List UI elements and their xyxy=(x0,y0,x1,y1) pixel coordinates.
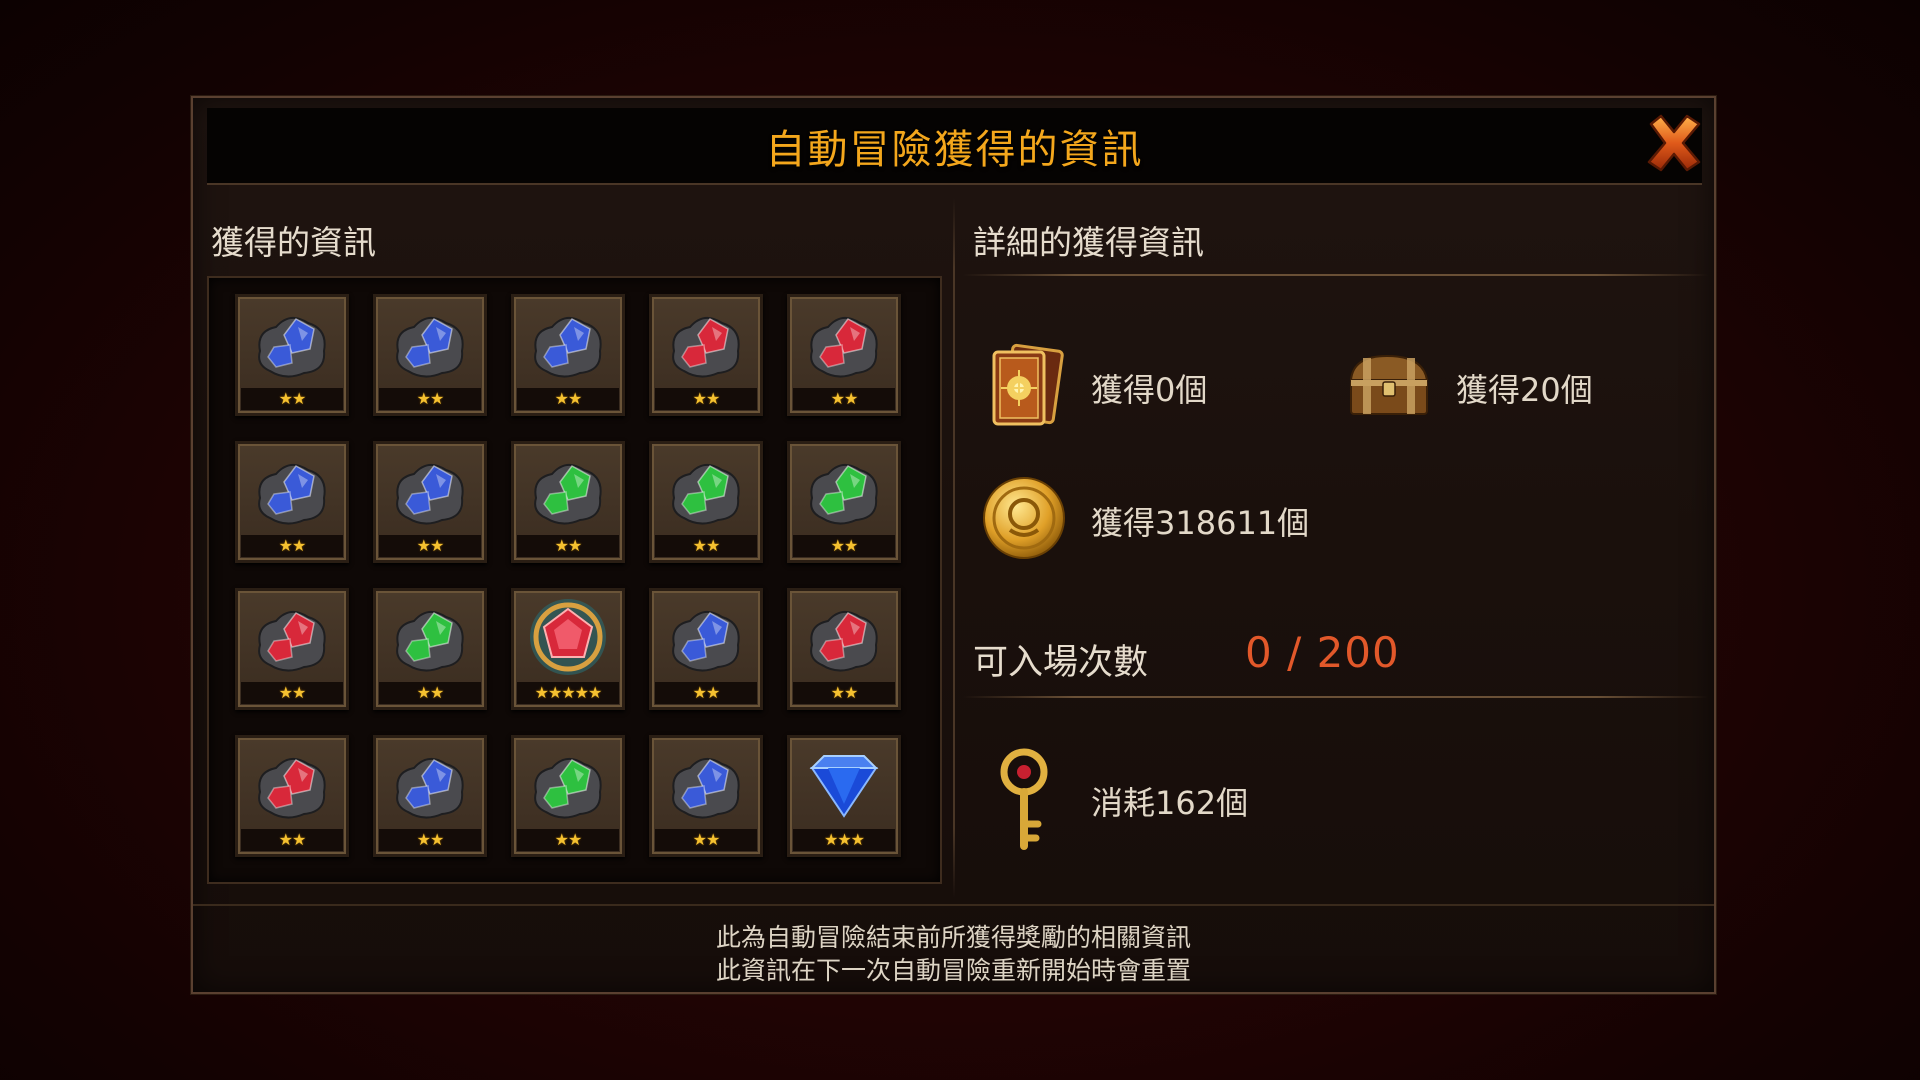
key-consumed-text: 消耗162個 xyxy=(1091,784,1249,822)
blue-ore-icon xyxy=(396,316,464,378)
red-ore-icon xyxy=(810,610,878,672)
star-rating: ★★ xyxy=(655,535,757,557)
key-icon xyxy=(1000,748,1048,850)
footer-divider xyxy=(193,904,1714,906)
star-rating: ★★ xyxy=(517,388,619,410)
treasure-chest-icon xyxy=(1349,354,1429,415)
star-rating: ★★ xyxy=(379,829,481,851)
item-slot[interactable]: ★★ xyxy=(787,441,901,563)
blue-ore-icon xyxy=(672,610,740,672)
item-slot[interactable]: ★★ xyxy=(649,294,763,416)
item-slot[interactable]: ★★★ xyxy=(787,735,901,857)
star-rating: ★★ xyxy=(655,682,757,704)
item-slot[interactable]: ★★ xyxy=(373,588,487,710)
blue-ore-icon xyxy=(396,463,464,525)
item-slot[interactable]: ★★ xyxy=(649,588,763,710)
star-rating: ★★ xyxy=(517,535,619,557)
item-slot[interactable]: ★★ xyxy=(787,588,901,710)
star-rating: ★★★★★ xyxy=(517,682,619,704)
star-rating: ★★ xyxy=(379,388,481,410)
star-rating: ★★ xyxy=(241,682,343,704)
red-ore-icon xyxy=(810,316,878,378)
item-grid: ★★ ★★ ★★ ★★ ★★ ★★ ★★ ★★ ★★ ★★ ★★ ★★ ★★★★… xyxy=(207,276,942,884)
detail-header-divider xyxy=(963,274,1708,276)
entry-divider xyxy=(963,696,1708,698)
blue-cut-gem-icon xyxy=(809,755,879,818)
footer-note-2: 此資訊在下一次自動冒險重新開始時會重置 xyxy=(715,956,1191,985)
auto-adventure-dialog: 自動冒險獲得的資訊 獲得的資訊 詳細的獲得資訊 ★★ ★★ ★★ ★★ ★★ ★… xyxy=(191,96,1716,994)
item-slot[interactable]: ★★ xyxy=(373,441,487,563)
chest-reward xyxy=(1343,340,1435,432)
star-rating: ★★ xyxy=(793,535,895,557)
item-slot[interactable]: ★★ xyxy=(649,735,763,857)
detail-info-header: 詳細的獲得資訊 xyxy=(973,223,1204,262)
star-rating: ★★ xyxy=(655,829,757,851)
red-ore-icon xyxy=(672,316,740,378)
item-slot[interactable]: ★★★★★ xyxy=(511,588,625,710)
close-x-icon xyxy=(1647,114,1701,172)
entry-count-value: 0 / 200 xyxy=(1245,628,1400,677)
star-rating: ★★ xyxy=(241,388,343,410)
star-rating: ★★ xyxy=(241,535,343,557)
star-rating: ★★ xyxy=(379,682,481,704)
panel-divider xyxy=(953,198,955,898)
item-slot[interactable]: ★★ xyxy=(649,441,763,563)
star-rating: ★★ xyxy=(793,682,895,704)
green-ore-icon xyxy=(396,610,464,672)
item-slot[interactable]: ★★ xyxy=(511,735,625,857)
card-reward-text: 獲得0個 xyxy=(1091,371,1208,409)
blue-ore-icon xyxy=(534,316,602,378)
item-slot[interactable]: ★★ xyxy=(235,294,349,416)
card-reward xyxy=(978,340,1070,432)
item-slot[interactable]: ★★ xyxy=(511,441,625,563)
title-bar: 自動冒險獲得的資訊 xyxy=(207,108,1702,185)
red-ore-icon xyxy=(258,610,326,672)
blue-ore-icon xyxy=(258,316,326,378)
star-rating: ★★ xyxy=(655,388,757,410)
item-slot[interactable]: ★★ xyxy=(511,294,625,416)
footer-note-1: 此為自動冒險結束前所獲得獎勵的相關資訊 xyxy=(715,923,1191,952)
gold-coin-icon xyxy=(983,477,1065,559)
item-slot[interactable]: ★★ xyxy=(787,294,901,416)
item-slot[interactable]: ★★ xyxy=(235,588,349,710)
star-rating: ★★ xyxy=(379,535,481,557)
card-icon xyxy=(992,343,1064,426)
red-jewel-emblem-icon xyxy=(530,599,606,675)
green-ore-icon xyxy=(672,463,740,525)
item-slot[interactable]: ★★ xyxy=(373,735,487,857)
entry-count-label: 可入場次數 xyxy=(973,643,1149,683)
star-rating: ★★★ xyxy=(793,829,895,851)
red-ore-icon xyxy=(258,757,326,819)
key-consumed xyxy=(978,746,1070,850)
item-slot[interactable]: ★★ xyxy=(235,735,349,857)
green-ore-icon xyxy=(810,463,878,525)
green-ore-icon xyxy=(534,463,602,525)
chest-reward-text: 獲得20個 xyxy=(1456,371,1593,409)
blue-ore-icon xyxy=(672,757,740,819)
close-button[interactable] xyxy=(1641,110,1707,176)
green-ore-icon xyxy=(534,757,602,819)
star-rating: ★★ xyxy=(517,829,619,851)
blue-ore-icon xyxy=(396,757,464,819)
item-slot[interactable]: ★★ xyxy=(373,294,487,416)
item-slot[interactable]: ★★ xyxy=(235,441,349,563)
gold-reward-text: 獲得318611個 xyxy=(1091,504,1310,542)
dialog-title: 自動冒險獲得的資訊 xyxy=(765,126,1144,173)
gold-reward xyxy=(978,472,1070,564)
star-rating: ★★ xyxy=(793,388,895,410)
star-rating: ★★ xyxy=(241,829,343,851)
blue-ore-icon xyxy=(258,463,326,525)
obtained-info-header: 獲得的資訊 xyxy=(211,223,376,262)
